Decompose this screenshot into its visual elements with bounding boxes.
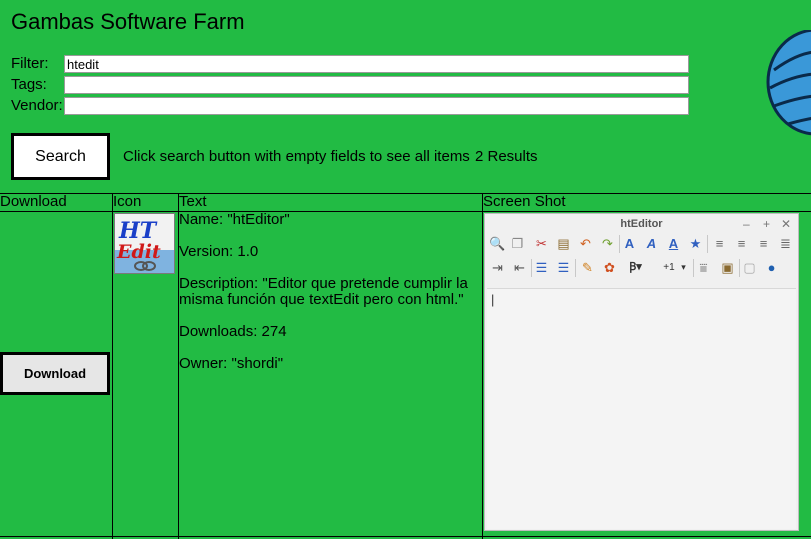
- screenshot-image: htEditor – + ✕ 🔍 ❐ ✂ ▤ ↶ ↷ A A A ★ ≡ ≡ ≡…: [484, 213, 799, 531]
- htedit-app-icon: HT Edit: [114, 213, 175, 274]
- align-right-icon: ≡: [759, 236, 768, 251]
- indent-in-icon: ⇥: [492, 260, 503, 275]
- list-numbered-icon: ☰: [557, 260, 570, 275]
- justify-icon: ≣: [780, 236, 791, 251]
- screenshot-window-title: htEditor: [620, 218, 663, 230]
- item-version: Version: 1.0: [179, 243, 259, 260]
- image-icon: ▣: [721, 260, 734, 275]
- vendor-label: Vendor:: [11, 97, 63, 114]
- paint-icon: ✿: [604, 260, 615, 275]
- search-icon: 🔍: [489, 236, 506, 251]
- indent-out-icon: ⇤: [514, 260, 525, 275]
- search-button[interactable]: Search: [11, 133, 110, 180]
- size-dropdown-icon: ▾: [681, 262, 686, 272]
- page-title: Gambas Software Farm: [11, 9, 245, 34]
- item-name: Name: "htEditor": [179, 211, 290, 228]
- toolbar-separator: [575, 259, 576, 277]
- toolbar-separator: [693, 259, 694, 277]
- text-caret: |: [491, 292, 495, 307]
- screenshot-editor-area: |: [487, 288, 796, 529]
- redo-icon: ↷: [602, 236, 613, 251]
- cut-icon: ✂: [536, 236, 547, 251]
- tags-label: Tags:: [11, 76, 47, 93]
- search-hint: Click search button with empty fields to…: [123, 148, 470, 165]
- header-text: Text: [179, 193, 207, 210]
- close-icon: ✕: [781, 217, 792, 231]
- table-col-divider: [482, 193, 483, 539]
- results-count: 2 Results: [475, 148, 538, 165]
- paste-icon: ▤: [557, 236, 570, 251]
- download-button[interactable]: Download: [0, 352, 110, 395]
- toolbar-separator: [739, 259, 740, 277]
- align-center-icon: ≡: [737, 236, 746, 251]
- item-description: Description: "Editor que pretende cumpli…: [179, 275, 468, 308]
- header-download: Download: [0, 193, 67, 210]
- align-left-icon: ≡: [715, 236, 724, 251]
- font-size-icon: Ꞵ▾: [629, 261, 642, 273]
- filter-label: Filter:: [11, 55, 49, 72]
- star-icon: ★: [689, 236, 702, 251]
- maximize-icon: +: [763, 217, 771, 231]
- minimize-icon: –: [743, 217, 750, 231]
- header-icon: Icon: [113, 193, 142, 210]
- vendor-input[interactable]: [64, 97, 689, 115]
- toolbar-separator: [619, 235, 620, 253]
- item-downloads: Downloads: 274: [179, 323, 287, 340]
- gambas-shrimp-logo: [766, 30, 811, 136]
- rule-icon: ⩸: [699, 260, 708, 275]
- undo-icon: ↶: [580, 236, 591, 251]
- doc-icon: ▢: [743, 260, 756, 275]
- toolbar-separator: [531, 259, 532, 277]
- font-a-icon: A: [624, 236, 635, 251]
- globe-icon: ●: [767, 260, 776, 275]
- copy-icon: ❐: [511, 236, 524, 251]
- table-row-border: [0, 536, 811, 537]
- table-col-divider: [112, 193, 113, 539]
- filter-input[interactable]: [64, 55, 689, 73]
- svg-text:Edit: Edit: [116, 241, 161, 263]
- italic-a-icon: A: [646, 236, 657, 251]
- list-bullets-icon: ☰: [535, 260, 548, 275]
- toolbar-separator: [707, 235, 708, 253]
- color-icon: ✎: [582, 260, 593, 275]
- tags-input[interactable]: [64, 76, 689, 94]
- header-screenshot: Screen Shot: [483, 193, 566, 210]
- item-owner: Owner: "shordi": [179, 355, 284, 372]
- underline-a-icon: A: [668, 236, 679, 251]
